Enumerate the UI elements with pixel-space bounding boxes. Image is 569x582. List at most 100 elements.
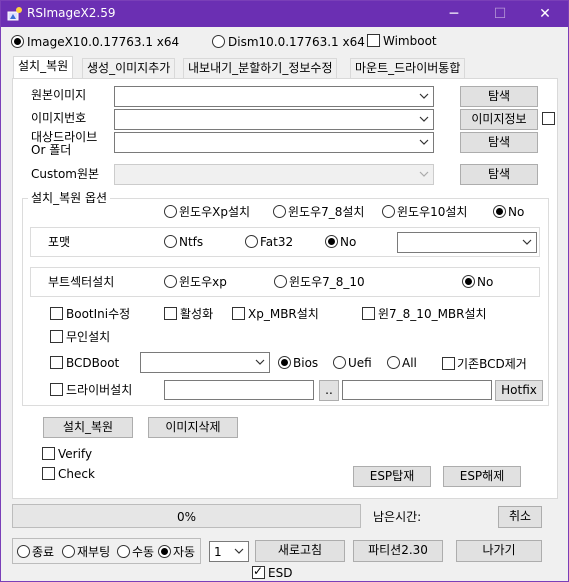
delete-image-button[interactable]: 이미지삭제 <box>148 417 238 438</box>
hotfix-button[interactable]: Hotfix <box>495 380 543 401</box>
after-manual-label: 수동 <box>132 545 155 559</box>
imagex-label: ImageX10.0.17763.1 x64 <box>27 35 180 49</box>
bcdboot-combo[interactable] <box>140 352 270 373</box>
tab-export-split-edit[interactable]: 내보내기_분할하기_정보수정 <box>183 58 338 78</box>
bootsector-none-radio[interactable] <box>462 275 475 288</box>
xp-mbr-checkbox[interactable] <box>232 307 245 320</box>
tab-mount-driver[interactable]: 마운트_드라이버통합 <box>350 58 466 78</box>
format-ntfs-radio[interactable] <box>164 235 177 248</box>
dism-radio[interactable] <box>212 35 225 48</box>
progress-bar: 0% <box>12 504 361 528</box>
bootsector-xp-label: 윈도우xp <box>179 275 227 289</box>
esd-checkbox[interactable] <box>252 564 265 579</box>
progress-text: 0% <box>176 510 197 524</box>
bootsector-xp-radio[interactable] <box>164 275 177 288</box>
image-info-button[interactable]: 이미지정보 <box>460 109 538 130</box>
esp-unmount-button[interactable]: ESP해제 <box>443 466 521 487</box>
cancel-button[interactable]: 취소 <box>498 506 542 528</box>
win7-mbr-checkbox[interactable] <box>362 307 375 320</box>
firmware-bios-label: Bios <box>293 356 319 370</box>
verify-label: Verify <box>58 447 93 461</box>
firmware-all-radio[interactable] <box>387 356 400 369</box>
install-xp-radio[interactable] <box>164 205 177 218</box>
check-checkbox[interactable] <box>42 467 55 480</box>
format-combo[interactable] <box>397 232 537 253</box>
firmware-uefi-radio[interactable] <box>333 356 346 369</box>
bootini-label: BootIni수정 <box>66 307 131 321</box>
firmware-all-label: All <box>402 356 417 370</box>
count-value: 1 <box>214 545 222 559</box>
unattended-checkbox[interactable] <box>50 330 63 343</box>
count-combo[interactable]: 1 <box>209 541 249 562</box>
chevron-down-icon <box>419 93 429 99</box>
image-info-checkbox[interactable] <box>542 112 555 125</box>
win7-mbr-label: 윈7_8_10_MBR설치 <box>378 307 487 321</box>
close-button[interactable]: ✕ <box>522 1 568 27</box>
firmware-uefi-label: Uefi <box>348 356 372 370</box>
check-label: Check <box>58 467 95 481</box>
install-xp-label: 윈도우Xp설치 <box>179 205 251 219</box>
format-fat32-label: Fat32 <box>260 235 294 249</box>
target-drive-label: 대상드라이브 <box>31 130 98 144</box>
wimboot-checkbox[interactable] <box>367 34 380 47</box>
after-manual-radio[interactable] <box>117 545 130 558</box>
firmware-bios-radio[interactable] <box>278 356 291 369</box>
after-reboot-radio[interactable] <box>62 545 75 558</box>
chevron-down-icon <box>522 239 532 245</box>
browse-custom-button[interactable]: 탐색 <box>460 164 538 185</box>
after-auto-radio[interactable] <box>158 545 171 558</box>
browse-target-button[interactable]: 탐색 <box>460 132 538 153</box>
after-auto-label: 자동 <box>173 545 196 559</box>
activate-checkbox[interactable] <box>164 307 177 320</box>
install-none-label: No <box>508 205 525 219</box>
exit-button[interactable]: 나가기 <box>456 540 542 562</box>
partition-button[interactable]: 파티션2.30 <box>353 540 443 562</box>
install-none-radio[interactable] <box>493 205 506 218</box>
install-restore-button[interactable]: 설치_복원 <box>43 417 133 438</box>
chevron-down-icon <box>255 359 265 365</box>
chevron-down-icon <box>419 139 429 145</box>
remove-bcd-label: 기존BCD제거 <box>457 357 527 371</box>
imagex-radio[interactable] <box>11 35 24 48</box>
after-shutdown-radio[interactable] <box>17 545 30 558</box>
bootini-checkbox[interactable] <box>50 307 63 320</box>
tab-create-append[interactable]: 생성_이미지추가 <box>82 58 176 78</box>
bootsector-none-label: No <box>477 275 494 289</box>
main-window: RSImageX2.59 ─ ☐ ✕ ImageX10.0.17763.1 x6… <box>0 0 569 582</box>
format-fat32-radio[interactable] <box>245 235 258 248</box>
maximize-button: ☐ <box>493 6 507 22</box>
driver-install-checkbox[interactable] <box>50 383 63 396</box>
esp-mount-button[interactable]: ESP탑재 <box>353 466 431 487</box>
remove-bcd-checkbox[interactable] <box>442 357 455 370</box>
verify-checkbox[interactable] <box>42 447 55 460</box>
image-number-combo[interactable] <box>114 109 434 130</box>
install-win10-radio[interactable] <box>382 205 395 218</box>
minimize-button[interactable]: ─ <box>431 1 477 27</box>
chevron-down-icon <box>419 171 429 177</box>
driver-path-input[interactable] <box>164 380 314 400</box>
options-group-label: 설치_복원 옵션 <box>28 191 111 205</box>
original-image-combo[interactable] <box>114 86 434 107</box>
install-win7-radio[interactable] <box>273 205 286 218</box>
window-title: RSImageX2.59 <box>27 6 116 20</box>
target-drive-combo[interactable] <box>114 132 434 153</box>
remaining-time-label: 남은시간: <box>373 510 422 524</box>
dism-label: Dism10.0.17763.1 x64 <box>228 35 365 49</box>
hotfix-path-input[interactable] <box>342 380 492 400</box>
tab-install-restore[interactable]: 설치_복원 <box>13 56 74 79</box>
wimboot-label: Wimboot <box>383 34 437 48</box>
browse-image-button[interactable]: 탐색 <box>460 86 538 107</box>
format-none-radio[interactable] <box>325 235 338 248</box>
bootsector-win7-radio[interactable] <box>274 275 287 288</box>
bootsector-win7-label: 윈도우7_8_10 <box>289 275 365 289</box>
bcdboot-checkbox[interactable] <box>50 356 63 369</box>
bootsector-label: 부트섹터설치 <box>48 275 115 289</box>
driver-browse-button[interactable]: .. <box>319 380 339 401</box>
after-reboot-label: 재부팅 <box>77 545 111 559</box>
refresh-button[interactable]: 새로고침 <box>255 540 345 562</box>
driver-install-label: 드라이버설치 <box>66 383 133 397</box>
format-none-label: No <box>340 235 357 249</box>
chevron-down-icon <box>234 548 244 554</box>
original-image-label: 원본이미지 <box>31 88 87 102</box>
title-bar: RSImageX2.59 ─ ☐ ✕ <box>1 1 568 27</box>
